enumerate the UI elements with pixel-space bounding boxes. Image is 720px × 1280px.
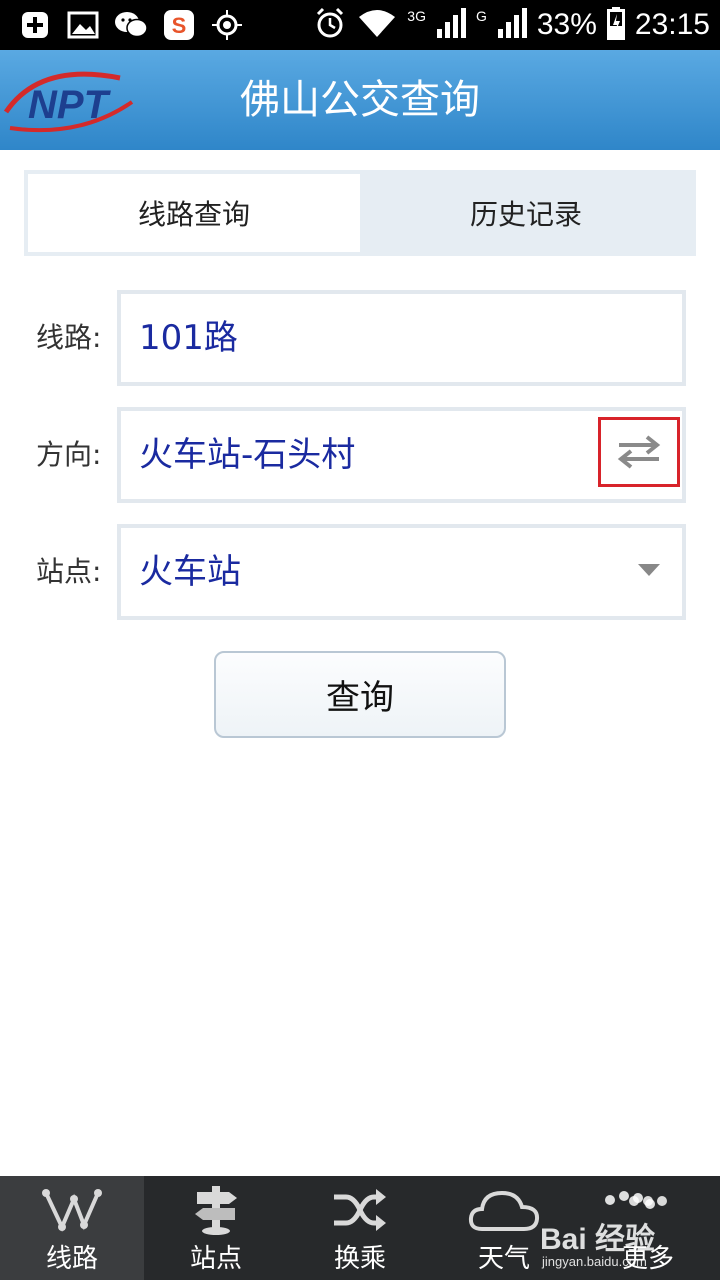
nav-route-label: 线路	[45, 1244, 98, 1274]
stop-label: 站点:	[36, 555, 102, 588]
sogou-icon: S	[162, 8, 196, 42]
route-row: 线路: 101路	[0, 290, 720, 386]
stop-select[interactable]: 火车站	[117, 524, 686, 620]
swap-direction-button[interactable]	[598, 417, 680, 487]
nav-stop-label: 站点	[189, 1244, 242, 1274]
watermark-url: jingyan.baidu.com	[542, 1254, 647, 1269]
baidu-watermark: Bai 经验 jingyan.baidu.com	[540, 1190, 690, 1270]
tab-route-query[interactable]: 线路查询	[28, 174, 360, 252]
dropdown-arrow-icon	[638, 564, 660, 576]
nav-route[interactable]: 线路	[0, 1176, 144, 1280]
swap-arrows-icon	[617, 435, 661, 469]
network-3g-label: 3G	[407, 8, 426, 24]
route-icon	[0, 1182, 144, 1238]
signal-icon-2	[497, 7, 527, 43]
wechat-icon	[114, 8, 148, 42]
nav-stop[interactable]: 站点	[144, 1176, 288, 1280]
add-icon	[18, 8, 52, 42]
signal-icon	[436, 7, 466, 43]
wifi-icon	[357, 7, 397, 43]
nav-transfer[interactable]: 换乘	[288, 1176, 432, 1280]
direction-field[interactable]: 火车站-石头村	[117, 407, 686, 503]
direction-row: 方向: 火车站-石头村	[0, 407, 720, 503]
shuffle-icon	[288, 1182, 432, 1238]
image-icon	[66, 8, 100, 42]
network-g-label: G	[475, 8, 487, 24]
tab-history[interactable]: 历史记录	[360, 174, 692, 252]
location-icon	[210, 8, 244, 42]
direction-value: 火车站-石头村	[139, 435, 356, 475]
svg-text:S: S	[172, 13, 187, 38]
route-value: 101路	[139, 318, 238, 358]
alarm-icon	[313, 6, 347, 44]
page-title: 佛山公交查询	[240, 77, 480, 123]
query-button[interactable]: 查询	[214, 651, 506, 738]
stop-row: 站点: 火车站	[0, 524, 720, 620]
notification-icons: S	[18, 8, 244, 42]
status-bar: S 3G G 33% 23:15	[0, 0, 720, 50]
stop-value: 火车站	[139, 552, 241, 592]
signpost-icon	[144, 1182, 288, 1238]
clock: 23:15	[634, 8, 710, 41]
battery-percent: 33%	[536, 8, 597, 41]
app-header: NPT 佛山公交查询	[0, 50, 720, 150]
direction-label: 方向:	[36, 438, 102, 471]
system-status: 3G G 33% 23:15	[313, 0, 710, 50]
watermark-text: Bai 经验	[540, 1223, 656, 1256]
route-label: 线路:	[36, 321, 102, 354]
battery-icon	[606, 6, 625, 44]
nav-transfer-label: 换乘	[333, 1244, 386, 1274]
tab-bar: 线路查询 历史记录	[24, 170, 696, 256]
route-input[interactable]: 101路	[117, 290, 686, 386]
